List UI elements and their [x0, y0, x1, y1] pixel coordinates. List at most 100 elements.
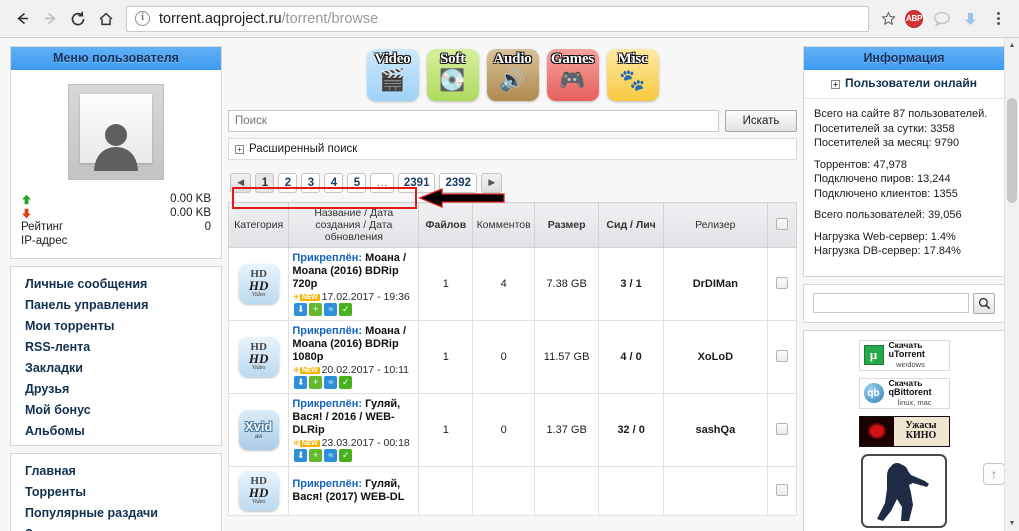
add-icon[interactable]: +: [309, 449, 323, 462]
row-checkbox[interactable]: [775, 422, 788, 435]
row-3-releaser[interactable]: [662, 466, 768, 516]
check-icon[interactable]: ✓: [339, 303, 353, 316]
check-icon[interactable]: ✓: [339, 449, 353, 462]
sidebar-item-messages[interactable]: Личные сообщения: [11, 273, 221, 294]
sidebar-item-upload[interactable]: Заливка: [11, 523, 221, 531]
avatar[interactable]: [68, 84, 164, 180]
th-size[interactable]: Размер: [533, 202, 600, 248]
row-2-title-block[interactable]: Прикреплён: Гуляй, Вася! / 2016 / WEB-DL…: [292, 398, 415, 437]
download-extension-button[interactable]: [957, 6, 983, 32]
scroll-to-top-button[interactable]: ↑: [983, 463, 1005, 485]
sidebar-item-my-torrents[interactable]: Мои торренты: [11, 315, 221, 336]
th-releaser[interactable]: Релизер: [662, 202, 768, 248]
add-icon[interactable]: +: [309, 376, 323, 389]
search-button[interactable]: Искать: [725, 110, 797, 132]
select-all-checkbox[interactable]: [775, 217, 788, 230]
rss-icon[interactable]: ≈: [324, 376, 338, 389]
row-2-category: Xvid avi: [227, 393, 290, 467]
sidebar-item-torrents[interactable]: Торренты: [11, 481, 221, 502]
download-icon[interactable]: ⬇: [294, 376, 308, 389]
table-row[interactable]: HD HD Video Прикреплён: Моана / Moana (2…: [227, 247, 798, 321]
horror-icon: [859, 416, 894, 446]
home-button[interactable]: [92, 5, 120, 33]
table-row[interactable]: HD HD Video Прикреплён: Моана / Moana (2…: [227, 320, 798, 394]
row-2-select[interactable]: [766, 393, 798, 467]
row-checkbox[interactable]: [775, 276, 788, 289]
sidebar-item-albums[interactable]: Альбомы: [11, 420, 221, 441]
rss-icon[interactable]: ≈: [324, 303, 338, 316]
row-0-releaser[interactable]: DrDIMan: [662, 247, 768, 321]
row-2-releaser[interactable]: sashQa: [662, 393, 768, 467]
row-checkbox[interactable]: [775, 349, 788, 362]
pagination-page-1[interactable]: 1: [255, 173, 275, 193]
scrollbar-thumb[interactable]: [1007, 98, 1017, 203]
category-video[interactable]: Video 🎬: [366, 49, 419, 101]
utorrent-banner[interactable]: µ Скачать uTorrent windows: [858, 339, 950, 371]
sidebar-item-friends[interactable]: Друзья: [11, 378, 221, 399]
reload-button[interactable]: [64, 5, 92, 33]
sidebar-item-rss[interactable]: RSS-лента: [11, 336, 221, 357]
download-icon[interactable]: ⬇: [294, 449, 308, 462]
sidebar-item-bonus[interactable]: Мой бонус: [11, 399, 221, 420]
back-button[interactable]: [8, 5, 36, 33]
browser-menu-button[interactable]: [985, 6, 1011, 32]
sidebar-item-control-panel[interactable]: Панель управления: [11, 294, 221, 315]
category-soft[interactable]: Soft 💽: [426, 49, 479, 101]
table-row[interactable]: HD HD Video Прикреплён: Гуляй, Вася! (20…: [227, 466, 798, 516]
qbittorrent-banner-text: Скачать qBittorent linux, mac: [889, 378, 932, 408]
chat-extension-button[interactable]: [929, 6, 955, 32]
row-1-title-block[interactable]: Прикреплён: Моана / Moana (2016) BDRip 1…: [292, 325, 415, 364]
row-1-releaser[interactable]: XoLoD: [662, 320, 768, 394]
sidebar-search-row: [804, 285, 1004, 322]
qbittorrent-banner[interactable]: qb Скачать qBittorent linux, mac: [858, 377, 950, 409]
download-icon[interactable]: ⬇: [294, 303, 308, 316]
th-name[interactable]: Название / Дата создания / Дата обновлен…: [288, 202, 420, 248]
page-scrollbar[interactable]: ▲ ▼: [1004, 38, 1019, 531]
th-category[interactable]: Категория: [227, 202, 290, 248]
scrollbar-down-arrow[interactable]: ▼: [1005, 516, 1019, 531]
new-star-icon: ✳: [292, 292, 300, 302]
row-1-select[interactable]: [766, 320, 798, 394]
speaker-icon: 🔊: [499, 69, 526, 92]
table-row[interactable]: Xvid avi Прикреплён: Гуляй, Вася! / 2016…: [227, 393, 798, 467]
sidebar-search-input[interactable]: [813, 293, 969, 313]
category-audio[interactable]: Audio 🔊: [486, 49, 539, 101]
row-0-select[interactable]: [766, 247, 798, 321]
scrollbar-up-arrow[interactable]: ▲: [1005, 38, 1019, 53]
horror-movies-banner[interactable]: Ужасы КИНО: [858, 415, 950, 447]
pagination-prev[interactable]: ◄: [230, 173, 252, 193]
sidebar-item-home[interactable]: Главная: [11, 460, 221, 481]
forward-button[interactable]: [36, 5, 64, 33]
users-online-link[interactable]: + Пользователи онлайн: [804, 70, 1004, 99]
row-0-title-block[interactable]: Прикреплён: Моана / Moana (2016) BDRip 7…: [292, 252, 415, 291]
bookmark-button[interactable]: [875, 6, 901, 32]
check-icon[interactable]: ✓: [339, 376, 353, 389]
row-3-title-block[interactable]: Прикреплён: Гуляй, Вася! (2017) WEB-DL: [292, 478, 415, 504]
site-info-icon[interactable]: i: [135, 11, 150, 26]
new-star-icon: ✳: [292, 438, 300, 448]
sidebar-search-button[interactable]: [973, 292, 995, 314]
adblock-plus-extension-button[interactable]: ABP: [901, 6, 927, 32]
url-path: /torrent/browse: [281, 10, 379, 27]
advanced-search-toggle[interactable]: + Расширенный поиск: [228, 138, 797, 160]
row-3-select[interactable]: [766, 466, 798, 516]
pagination-page-3[interactable]: 3: [301, 173, 321, 193]
th-select-all[interactable]: [766, 202, 798, 248]
rss-icon[interactable]: ≈: [324, 449, 338, 462]
pagination-page-4[interactable]: 4: [324, 173, 344, 193]
counter-strike-banner[interactable]: [861, 453, 947, 528]
address-bar[interactable]: i torrent.aqproject.ru/torrent/browse: [126, 5, 869, 32]
th-seed-leech[interactable]: Сид / Лич: [598, 202, 664, 248]
row-checkbox[interactable]: [775, 483, 788, 496]
ip-label: IP-адрес: [21, 235, 68, 247]
category-misc[interactable]: Misc 🐾: [606, 49, 659, 101]
sidebar-item-popular[interactable]: Популярные раздачи: [11, 502, 221, 523]
sidebar-item-bookmarks[interactable]: Закладки: [11, 357, 221, 378]
add-icon[interactable]: +: [309, 303, 323, 316]
users-online-label: Пользователи онлайн: [845, 76, 977, 90]
search-input[interactable]: [228, 110, 719, 132]
row-0-leech: 1: [635, 278, 642, 290]
category-games[interactable]: Games 🎮: [546, 49, 599, 101]
pagination-page-2[interactable]: 2: [278, 173, 298, 193]
pagination-page-5[interactable]: 5: [347, 173, 367, 193]
